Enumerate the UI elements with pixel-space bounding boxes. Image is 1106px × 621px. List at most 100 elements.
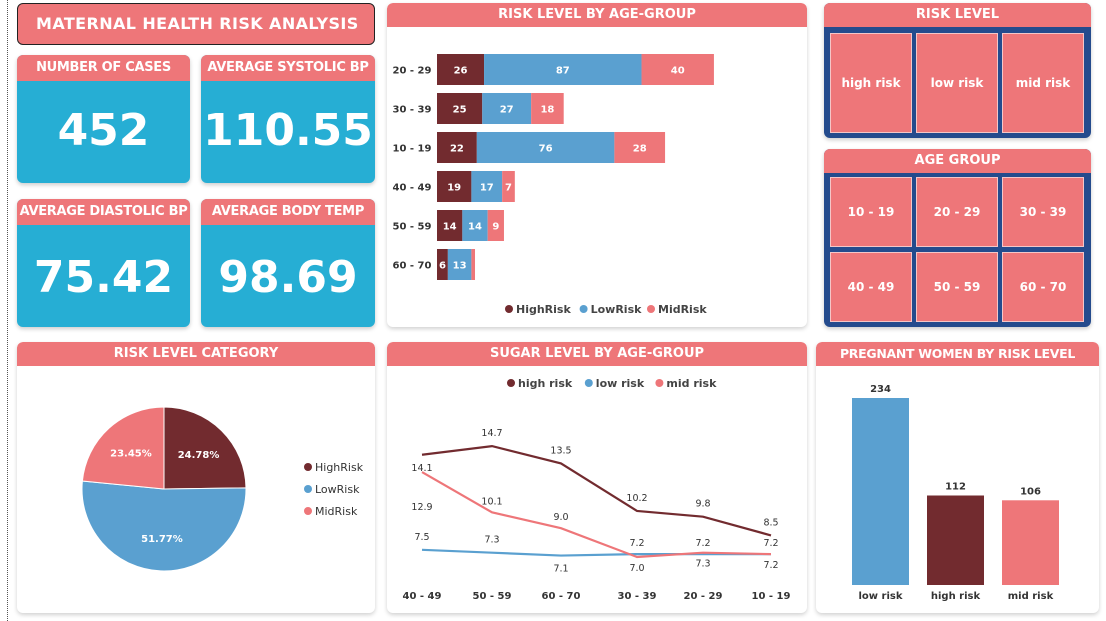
category-label-20-29: 20 - 29: [393, 66, 432, 77]
data-label-mid-risk-60-70: 9.0: [553, 512, 568, 523]
bar-mid-risk: [1002, 500, 1059, 585]
kpi-label: AVERAGE SYSTOLIC BP: [201, 55, 375, 81]
data-label-low-risk-50-59: 7.3: [484, 535, 499, 546]
data-label-lowrisk-40-49: 17: [480, 183, 494, 194]
legend-label-lowrisk: LowRisk: [315, 483, 360, 496]
legend-marker-highrisk: [505, 305, 513, 313]
data-label-midrisk-30-39: 18: [540, 105, 554, 116]
legend-label-high-risk: high risk: [518, 377, 573, 390]
slicer-item-age-30-39[interactable]: 30 - 39: [1002, 177, 1084, 247]
data-label-low-risk-20-29: 7.2: [695, 538, 710, 549]
data-label-midrisk-20-29: 40: [671, 66, 685, 77]
legend-label-low-risk: low risk: [596, 377, 645, 390]
kpi-value: 110.55: [203, 105, 373, 156]
bar-midrisk-60-70: [471, 249, 476, 280]
slicer-title: AGE GROUP: [824, 149, 1091, 173]
data-label-high-risk-20-29: 9.8: [695, 499, 710, 510]
risk-category-chart: 24.78% 51.77% 23.45% HighRisk LowRisk MidRisk: [81, 406, 364, 572]
legend-label-midrisk: MidRisk: [315, 505, 358, 518]
data-label-midrisk-50-59: 9: [492, 222, 499, 233]
data-label-high-risk-10-19: 8.5: [763, 517, 778, 528]
kpi-value: 98.69: [218, 252, 358, 303]
data-label-highrisk-60-70: 6: [439, 261, 446, 272]
slice-label-lowrisk: 51.77%: [141, 534, 183, 545]
category-label-60-70: 60 - 70: [393, 261, 432, 272]
kpi-number-of-cases: NUMBER OF CASES 452: [17, 55, 190, 183]
data-label-highrisk-20-29: 26: [454, 66, 468, 77]
slicer-item-low-risk[interactable]: low risk: [916, 33, 998, 133]
legend-marker-lowrisk: [304, 485, 312, 493]
pie-slice-highrisk: [163, 406, 247, 490]
slice-label-midrisk: 23.45%: [110, 449, 152, 460]
sugar-by-age-chart: 40 - 49 50 - 59 60 - 70 30 - 39 20 - 29 10 - …: [403, 377, 791, 602]
data-label-high-risk-30-39: 10.2: [626, 493, 647, 504]
legend-label-highrisk: HighRisk: [315, 461, 364, 474]
risk-by-age-chart: 20 - 29 26 87 4030 - 39 25 27 1810 - 19 22 76 284…: [393, 54, 714, 316]
data-label-high-risk-50-59: 14.7: [481, 428, 502, 439]
data-label-mid-risk-30-39: 7.0: [629, 563, 644, 574]
x-tick-label-60-70: 60 - 70: [542, 591, 581, 602]
slicer-item-high-risk[interactable]: high risk: [830, 33, 912, 133]
category-label-40-49: 40 - 49: [393, 183, 432, 194]
bar-low-risk: [852, 398, 909, 585]
slicer-item-age-50-59[interactable]: 50 - 59: [916, 252, 998, 322]
kpi-average-systolic-bp: AVERAGE SYSTOLIC BP 110.55: [201, 55, 375, 183]
kpi-average-body-temp: AVERAGE BODY TEMP 98.69: [201, 199, 375, 327]
x-tick-label-mid-risk: mid risk: [1008, 591, 1054, 602]
legend-marker-high-risk: [507, 379, 515, 387]
bar-high-risk: [927, 495, 984, 585]
legend-marker-midrisk: [304, 507, 312, 515]
x-tick-label-40-49: 40 - 49: [403, 591, 442, 602]
data-label-highrisk-30-39: 25: [453, 105, 467, 116]
data-label-highrisk-10-19: 22: [450, 144, 464, 155]
data-label-high-risk: 112: [945, 481, 966, 492]
line-high-risk: [421, 445, 772, 537]
data-label-low-risk-60-70: 7.1: [553, 564, 568, 575]
slice-label-highrisk: 24.78%: [178, 450, 220, 461]
legend-marker-low-risk: [584, 379, 593, 387]
data-label-mid-risk-20-29: 7.3: [695, 559, 710, 570]
x-tick-label-50-59: 50 - 59: [473, 591, 512, 602]
data-label-low-risk: 234: [870, 384, 891, 395]
kpi-value: 452: [57, 105, 150, 156]
data-label-midrisk-40-49: 7: [505, 183, 512, 194]
data-label-mid-risk: 106: [1020, 486, 1041, 497]
risk-level-slicer: RISK LEVEL high risk low risk mid risk: [824, 3, 1091, 138]
data-label-highrisk-50-59: 14: [443, 222, 457, 233]
legend-marker-mid-risk: [655, 379, 664, 387]
slicer-item-mid-risk[interactable]: mid risk: [1002, 33, 1084, 133]
category-label-30-39: 30 - 39: [393, 105, 432, 116]
data-label-mid-risk-50-59: 10.1: [481, 496, 502, 507]
dashboard-title: MATERNAL HEALTH RISK ANALYSIS: [17, 3, 375, 45]
data-label-lowrisk-50-59: 14: [468, 222, 482, 233]
slicer-item-age-10-19[interactable]: 10 - 19: [830, 177, 912, 247]
data-label-highrisk-40-49: 19: [447, 183, 461, 194]
data-label-low-risk-30-39: 7.2: [629, 538, 644, 549]
data-label-midrisk-10-19: 28: [633, 144, 647, 155]
risk-by-age-card: RISK LEVEL BY AGE-GROUP 20 - 29 26 87 40 30 …: [387, 3, 807, 327]
slicer-title: RISK LEVEL: [824, 3, 1091, 27]
slicer-item-age-20-29[interactable]: 20 - 29: [916, 177, 998, 247]
sugar-by-age-card: SUGAR LEVEL BY AGE-GROUP 40 - 49 50 - 59 6…: [387, 342, 807, 613]
slicer-item-age-40-49[interactable]: 40 - 49: [830, 252, 912, 322]
women-by-risk-card: PREGNANT WOMEN BY RISK LEVEL 234 low risk…: [816, 342, 1099, 613]
x-tick-label-low-risk: low risk: [859, 591, 903, 602]
x-tick-label-high-risk: high risk: [931, 591, 981, 602]
legend-marker-lowrisk: [579, 305, 588, 313]
legend-label-midrisk: MidRisk: [658, 303, 707, 316]
risk-category-card: RISK LEVEL CATEGORY 24.78% 51.77% 23.45% Hi…: [17, 342, 375, 613]
legend-marker-highrisk: [304, 463, 312, 471]
category-label-10-19: 10 - 19: [393, 144, 432, 155]
legend-marker-midrisk: [647, 305, 655, 313]
data-label-low-risk-40-49: 7.5: [414, 532, 429, 543]
kpi-label: AVERAGE DIASTOLIC BP: [17, 199, 190, 225]
x-tick-label-30-39: 30 - 39: [618, 591, 657, 602]
data-label-mid-risk-10-19: 7.2: [763, 560, 778, 571]
legend-label-lowrisk: LowRisk: [591, 303, 643, 316]
pie-slice-lowrisk: [81, 480, 247, 572]
kpi-label: AVERAGE BODY TEMP: [201, 199, 375, 225]
data-label-lowrisk-10-19: 76: [539, 144, 553, 155]
data-label-lowrisk-60-70: 13: [453, 261, 467, 272]
data-label-low-risk-10-19: 7.2: [763, 538, 778, 549]
slicer-item-age-60-70[interactable]: 60 - 70: [1002, 252, 1084, 322]
